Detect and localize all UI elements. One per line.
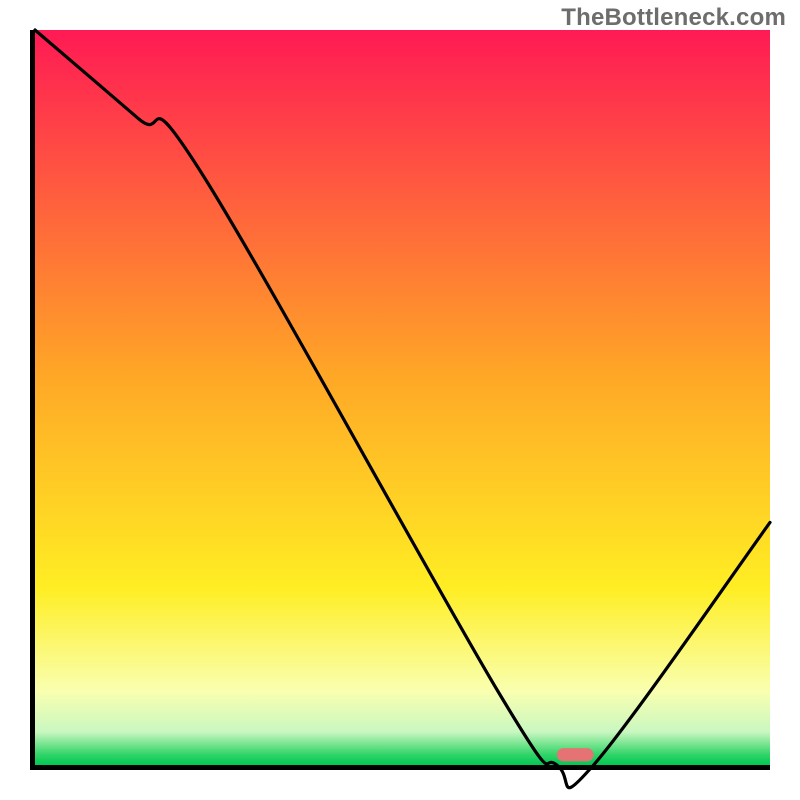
watermark-text: TheBottleneck.com [561, 4, 786, 32]
chart-optimal-marker [557, 748, 594, 761]
chart-svg [35, 30, 770, 765]
chart-background-gradient [35, 30, 770, 765]
chart-plot-area [30, 30, 770, 770]
chart-marker-layer [557, 748, 594, 761]
